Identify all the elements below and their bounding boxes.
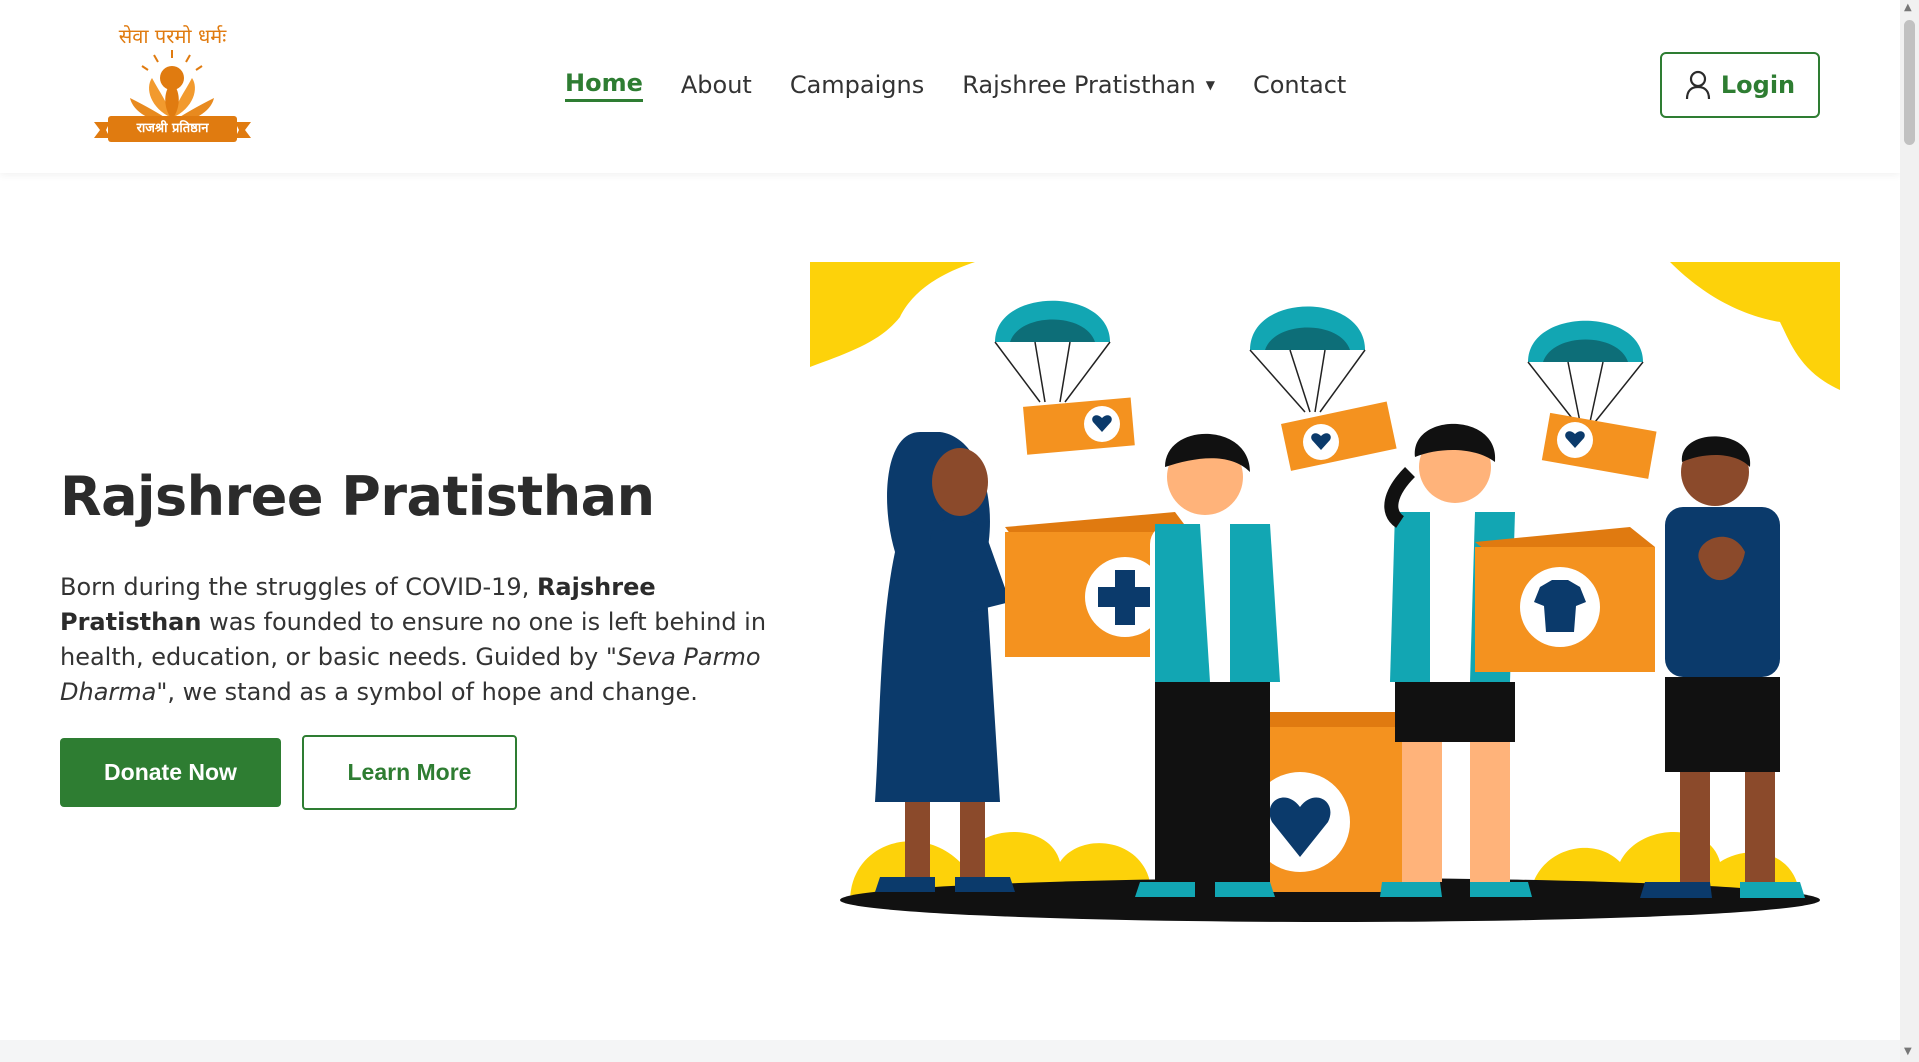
nav-rajshree-pratisthan-label: Rajshree Pratisthan xyxy=(962,71,1196,99)
nav-about[interactable]: About xyxy=(681,71,752,99)
site-logo[interactable]: सेवा परमो धर्मः राजश्री प्रतिष्ठान xyxy=(90,22,255,152)
scroll-down-icon[interactable]: ▼ xyxy=(1904,1046,1912,1057)
site-header: सेवा परमो धर्मः राजश्री प्रतिष्ठान Home … xyxy=(0,0,1900,173)
nav-home[interactable]: Home xyxy=(565,69,643,102)
user-icon xyxy=(1685,70,1711,100)
learn-more-button[interactable]: Learn More xyxy=(302,735,517,810)
person-2 xyxy=(1135,433,1280,897)
scroll-up-icon[interactable]: ▲ xyxy=(1904,2,1912,13)
nav-contact[interactable]: Contact xyxy=(1253,71,1346,99)
nav-contact-label: Contact xyxy=(1252,71,1347,99)
hero-description: Born during the struggles of COVID-19, R… xyxy=(60,570,790,710)
person-1 xyxy=(875,432,1015,892)
hero-text-part-1: Born during the struggles of COVID-19, xyxy=(60,573,537,601)
hero-title: Rajshree Pratisthan xyxy=(60,465,655,528)
nav-home-label: Home xyxy=(565,68,643,97)
page: सेवा परमो धर्मः राजश्री प्रतिष्ठान Home … xyxy=(0,0,1900,1062)
parachute-box-1 xyxy=(994,300,1135,455)
nav-rajshree-pratisthan-dropdown[interactable]: Rajshree Pratisthan ▼ xyxy=(962,71,1215,99)
parachute-box-2 xyxy=(1249,306,1397,471)
nav-campaigns[interactable]: Campaigns xyxy=(790,71,924,99)
parachute-box-3 xyxy=(1527,320,1657,479)
nav-campaigns-label: Campaigns xyxy=(789,71,925,99)
donate-now-button[interactable]: Donate Now xyxy=(60,738,281,807)
volunteers-illustration xyxy=(810,262,1840,922)
logo-banner-text: राजश्री प्रतिष्ठान xyxy=(136,121,209,136)
caret-down-icon: ▼ xyxy=(1205,78,1215,92)
login-button[interactable]: Login xyxy=(1660,52,1820,118)
next-section-strip xyxy=(0,1040,1900,1062)
main-nav: Home About Campaigns Rajshree Pratisthan… xyxy=(565,60,1384,110)
logo-motto: सेवा परमो धर्मः xyxy=(118,24,227,48)
hero-text-part-3: , we stand as a symbol of hope and chang… xyxy=(167,678,698,706)
page-scrollbar[interactable]: ▲ ▼ xyxy=(1900,0,1919,1062)
login-label: Login xyxy=(1720,71,1796,99)
box-shirt xyxy=(1475,527,1655,672)
nav-about-label: About xyxy=(680,71,752,99)
person-4 xyxy=(1640,436,1805,898)
scroll-thumb[interactable] xyxy=(1904,20,1915,145)
